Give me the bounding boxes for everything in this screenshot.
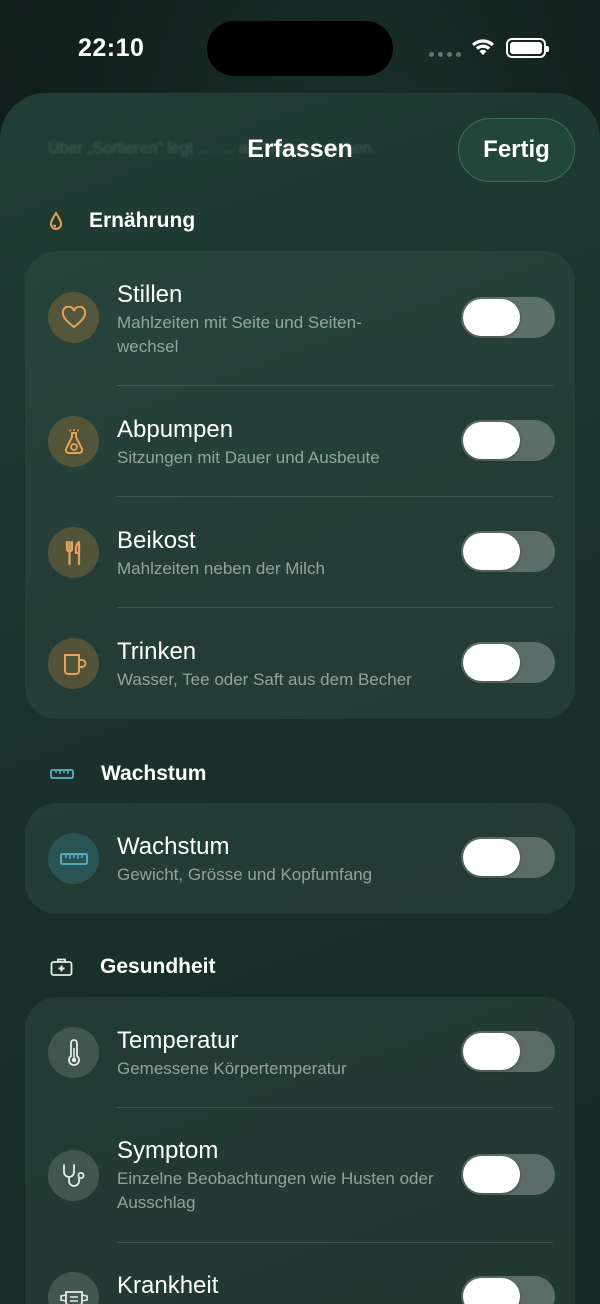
section-header-growth: Wachstum [50, 762, 206, 786]
breast-pump-icon [48, 416, 99, 467]
status-bar: 22:10 [0, 0, 600, 96]
section-title: Gesundheit [100, 955, 216, 978]
row-title: Trinken [117, 638, 197, 665]
capture-sheet: Über „Sortieren" legt … … auf „Heute" st… [0, 93, 600, 1304]
list-item-trinken: Trinken Wasser, Tee oder Saft aus dem Be… [25, 607, 575, 719]
list-item-symptom: Symptom Einzelne Beobachtungen wie Huste… [25, 1107, 575, 1242]
dynamic-island [207, 21, 393, 76]
status-time: 22:10 [78, 34, 145, 62]
stethoscope-icon [48, 1150, 99, 1201]
ruler-icon [48, 833, 99, 884]
row-subtitle: Einzelne Beobachtungen wie Husten oder A… [117, 1169, 434, 1212]
list-item-beikost: Beikost Mahlzeiten neben der Milch [25, 496, 575, 607]
section-header-health: Gesundheit [50, 955, 216, 979]
list-item-wachstum: Wachstum Gewicht, Grösse und Kopfumfang [25, 803, 575, 914]
stillen-toggle[interactable] [461, 297, 555, 338]
wachstum-toggle[interactable] [461, 837, 555, 878]
section-header-nutrition: Ernährung [48, 209, 195, 233]
section-title: Ernährung [89, 209, 196, 232]
ruler-icon [50, 768, 74, 780]
row-title: Krankheit [117, 1272, 219, 1299]
health-card: Temperatur Gemessene Körpertemperatur Sy… [25, 997, 575, 1304]
row-subtitle: Wasser, Tee oder Saft aus dem Becher [117, 670, 412, 689]
row-title: Beikost [117, 527, 196, 554]
heart-icon [48, 292, 99, 343]
list-item-temperatur: Temperatur Gemessene Körpertemperatur [25, 997, 575, 1107]
medical-kit-icon [50, 957, 73, 977]
section-title: Wachstum [101, 762, 207, 785]
row-title: Symptom [117, 1137, 219, 1164]
cellular-signal-icon [429, 52, 461, 57]
row-title: Wachstum [117, 833, 230, 860]
done-button[interactable]: Fertig [458, 118, 575, 182]
krankheit-toggle[interactable] [461, 1276, 555, 1304]
growth-card: Wachstum Gewicht, Grösse und Kopfumfang [25, 803, 575, 914]
beikost-toggle[interactable] [461, 531, 555, 572]
temperatur-toggle[interactable] [461, 1031, 555, 1072]
abpumpen-toggle[interactable] [461, 420, 555, 461]
fork-knife-icon [48, 527, 99, 578]
row-subtitle: Gewicht, Grösse und Kopfumfang [117, 865, 373, 884]
cup-icon [48, 638, 99, 689]
row-title: Abpumpen [117, 416, 234, 443]
row-title: Temperatur [117, 1027, 239, 1054]
drop-icon [48, 211, 64, 231]
wifi-icon [472, 39, 494, 55]
row-subtitle: Mahlzeiten mit Seite und Seiten-wechsel [117, 313, 362, 356]
nutrition-card: Stillen Mahlzeiten mit Seite und Seiten-… [25, 251, 575, 719]
row-subtitle: Sitzungen mit Dauer und Ausbeute [117, 448, 380, 467]
symptom-toggle[interactable] [461, 1154, 555, 1195]
row-subtitle: Mahlzeiten neben der Milch [117, 559, 325, 578]
row-subtitle: Gemessene Körpertemperatur [117, 1059, 347, 1078]
list-item-krankheit: Krankheit [25, 1242, 575, 1304]
thermometer-icon [48, 1027, 99, 1078]
trinken-toggle[interactable] [461, 642, 555, 683]
row-title: Stillen [117, 281, 183, 308]
list-item-abpumpen: Abpumpen Sitzungen mit Dauer und Ausbeut… [25, 385, 575, 496]
face-mask-icon [48, 1272, 99, 1304]
battery-icon [506, 38, 549, 58]
list-item-stillen: Stillen Mahlzeiten mit Seite und Seiten-… [25, 251, 575, 385]
